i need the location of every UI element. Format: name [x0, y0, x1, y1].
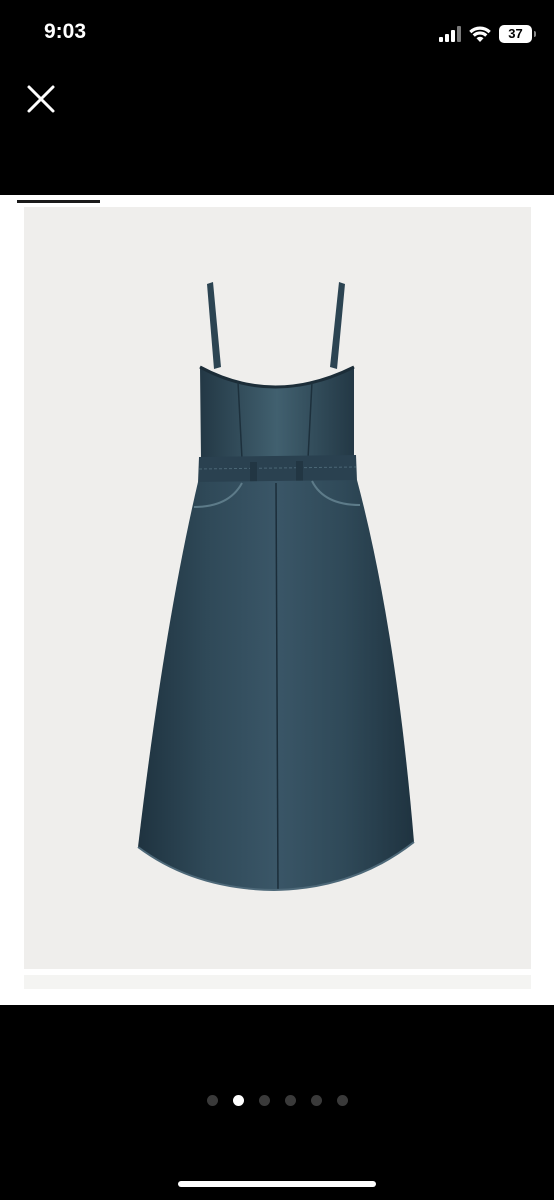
status-bar: 9:03 37: [0, 0, 554, 70]
status-icons: 37: [439, 22, 536, 46]
page-dot-6[interactable]: [336, 1095, 348, 1106]
page-indicator: [0, 1095, 554, 1106]
signal-icon: [439, 26, 461, 42]
image-panel[interactable]: [0, 195, 554, 1005]
page-dot-5[interactable]: [310, 1095, 322, 1106]
viewer-bottom-bar: [0, 1005, 554, 1200]
gallery-progress-fill: [17, 200, 101, 203]
home-indicator: [178, 1181, 376, 1187]
status-time: 9:03: [44, 20, 87, 43]
viewer-top-bar: [0, 70, 554, 195]
photo-strip: [24, 975, 531, 989]
page-dot-3[interactable]: [258, 1095, 270, 1106]
page-dot-2[interactable]: [232, 1095, 244, 1106]
close-button[interactable]: [20, 78, 62, 120]
battery-icon: 37: [499, 25, 536, 43]
gallery-progress-bar: [0, 200, 554, 203]
page-dot-4[interactable]: [284, 1095, 296, 1106]
wifi-icon: [469, 26, 491, 42]
close-icon: [27, 85, 55, 113]
product-image: [137, 282, 415, 892]
product-photo[interactable]: [24, 207, 531, 969]
page-dot-1[interactable]: [206, 1095, 218, 1106]
